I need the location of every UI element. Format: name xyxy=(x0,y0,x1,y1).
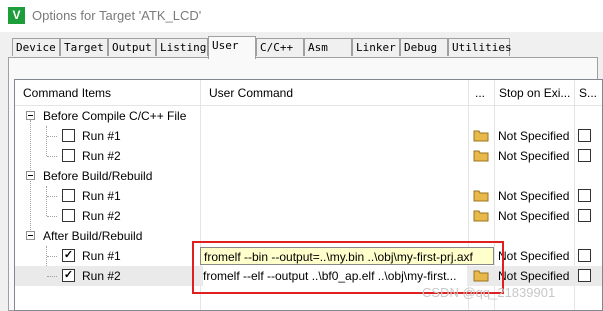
group-label: Before Build/Rebuild xyxy=(43,169,153,183)
run-checkbox-checked[interactable]: ✓ xyxy=(62,269,75,282)
collapse-icon[interactable] xyxy=(26,111,35,120)
group-label: Before Compile C/C++ File xyxy=(43,109,187,123)
tree-line xyxy=(47,156,57,157)
table-row[interactable]: Run #1 Not Specified xyxy=(15,126,602,146)
tab-debug[interactable]: Debug xyxy=(400,38,448,56)
stop-on-exit-value[interactable]: Not Specified xyxy=(498,186,569,206)
tab-asm[interactable]: Asm xyxy=(304,38,352,56)
run-label: Run #1 xyxy=(82,249,121,263)
run-label: Run #2 xyxy=(82,209,121,223)
tab-device[interactable]: Device xyxy=(12,38,60,56)
run-checkbox[interactable] xyxy=(62,129,75,142)
tab-output[interactable]: Output xyxy=(108,38,156,56)
s-checkbox[interactable] xyxy=(578,189,591,202)
tree-line xyxy=(47,256,57,257)
tree-line xyxy=(47,216,57,217)
table-row[interactable]: Run #2 Not Specified xyxy=(15,206,602,226)
run-label: Run #2 xyxy=(82,269,121,283)
group-row[interactable]: Before Build/Rebuild xyxy=(15,166,602,186)
col-header-command-items[interactable]: Command Items xyxy=(15,80,201,106)
stop-on-exit-value[interactable]: Not Specified xyxy=(498,206,569,226)
folder-browse-icon[interactable] xyxy=(473,208,489,222)
tab-utilities[interactable]: Utilities xyxy=(448,38,512,56)
window-title: Options for Target 'ATK_LCD' xyxy=(32,8,202,23)
title-bar: V Options for Target 'ATK_LCD' xyxy=(0,0,603,32)
tab-listing[interactable]: Listing xyxy=(156,38,208,56)
s-checkbox[interactable] xyxy=(578,129,591,142)
col-header-stop-on-exit[interactable]: Stop on Exi... xyxy=(495,80,575,106)
keil-v-icon: V xyxy=(8,7,25,24)
tab-linker[interactable]: Linker xyxy=(352,38,400,56)
run-checkbox-checked[interactable]: ✓ xyxy=(62,249,75,262)
tree-line xyxy=(47,196,57,197)
run-checkbox[interactable] xyxy=(62,149,75,162)
s-checkbox[interactable] xyxy=(578,249,591,262)
s-checkbox[interactable] xyxy=(578,149,591,162)
tab-c-cpp[interactable]: C/C++ xyxy=(256,38,304,56)
folder-browse-icon[interactable] xyxy=(473,128,489,142)
collapse-icon[interactable] xyxy=(26,231,35,240)
user-command-field[interactable] xyxy=(204,206,466,226)
stop-on-exit-value[interactable]: Not Specified xyxy=(498,146,569,166)
folder-browse-icon[interactable] xyxy=(473,148,489,162)
group-label: After Build/Rebuild xyxy=(43,229,143,243)
col-header-user-command[interactable]: User Command xyxy=(201,80,469,106)
run-checkbox[interactable] xyxy=(62,209,75,222)
watermark-text: CSDN @qq_21839901 xyxy=(422,285,556,300)
col-header-browse[interactable]: ... xyxy=(469,80,495,106)
user-command-field[interactable] xyxy=(204,146,466,166)
s-checkbox[interactable] xyxy=(578,269,591,282)
table-row[interactable]: Run #1 Not Specified xyxy=(15,186,602,206)
run-checkbox[interactable] xyxy=(62,189,75,202)
col-header-s[interactable]: S... xyxy=(575,80,602,106)
tree-line xyxy=(47,276,57,277)
folder-browse-icon[interactable] xyxy=(473,188,489,202)
stop-on-exit-value[interactable]: Not Specified xyxy=(498,246,569,266)
tab-user[interactable]: User xyxy=(208,36,256,59)
user-command-field[interactable] xyxy=(204,186,466,206)
tab-target[interactable]: Target xyxy=(60,38,108,56)
s-checkbox[interactable] xyxy=(578,209,591,222)
group-row[interactable]: Before Compile C/C++ File xyxy=(15,106,602,126)
table-row[interactable]: Run #2 Not Specified xyxy=(15,146,602,166)
stop-on-exit-value[interactable]: Not Specified xyxy=(498,126,569,146)
collapse-icon[interactable] xyxy=(26,171,35,180)
stop-on-exit-value[interactable]: Not Specified xyxy=(498,266,569,286)
tree-line xyxy=(47,136,57,137)
run-label: Run #1 xyxy=(82,189,121,203)
run-label: Run #2 xyxy=(82,149,121,163)
user-command-field[interactable] xyxy=(204,126,466,146)
run-label: Run #1 xyxy=(82,129,121,143)
